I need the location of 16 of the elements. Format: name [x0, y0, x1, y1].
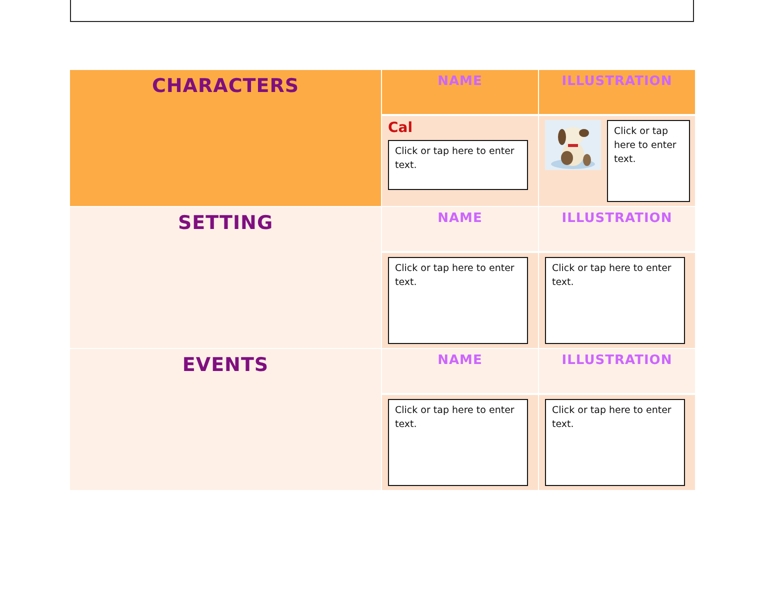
text-field[interactable]: Click or tap here to enter text.	[388, 140, 528, 190]
column-heading: NAME	[438, 353, 482, 368]
column-heading: ILLUSTRATION	[562, 353, 672, 368]
section-title: CHARACTERS	[152, 75, 300, 97]
text-field[interactable]: Click or tap here to enter text.	[388, 257, 528, 344]
column-heading: NAME	[438, 74, 482, 89]
column-heading: ILLUSTRATION	[562, 211, 672, 226]
text-field[interactable]: Click or tap here to enter text.	[388, 399, 528, 486]
text-field[interactable]: Click or tap here to enter text.	[607, 120, 690, 202]
column-heading: ILLUSTRATION	[562, 74, 672, 89]
section-title: EVENTS	[182, 354, 269, 376]
column-heading: NAME	[438, 211, 482, 226]
character-name: Cal	[388, 120, 413, 136]
text-field[interactable]: Click or tap here to enter text.	[545, 257, 685, 344]
section-title: SETTING	[178, 212, 274, 234]
text-field[interactable]: Click or tap here to enter text.	[545, 399, 685, 486]
